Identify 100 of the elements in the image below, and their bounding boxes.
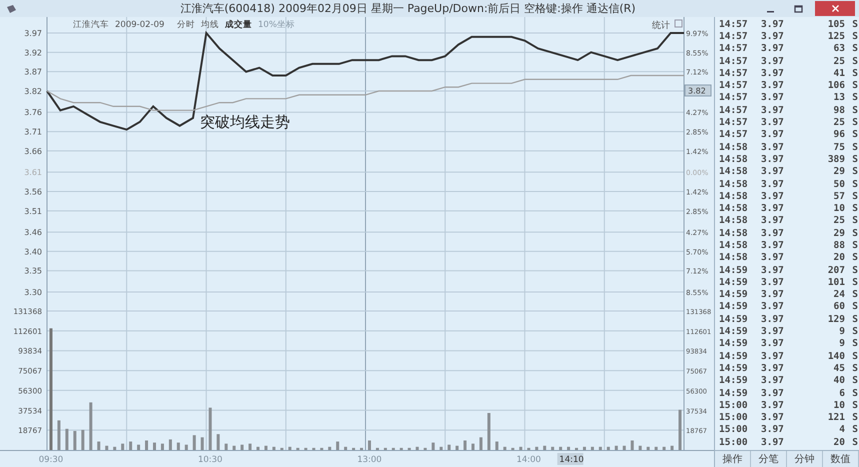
trade-price: 3.97 (761, 68, 785, 79)
trade-price: 3.97 (761, 80, 785, 92)
trade-time: 14:57 (719, 117, 749, 128)
trade-time: 15:00 (719, 436, 749, 448)
trade-price: 3.97 (761, 424, 785, 436)
price-axis-label: 3.61 (24, 168, 42, 178)
trade-time: 14:58 (719, 154, 749, 165)
chart-header-text: 江淮汽车 (73, 20, 109, 30)
trade-time: 14:58 (719, 228, 749, 239)
trade-volume: 57 (832, 190, 845, 202)
trade-time: 14:58 (719, 240, 749, 251)
trade-volume: 75 (832, 142, 845, 153)
trade-side: S (851, 436, 858, 448)
trade-side: S (851, 92, 858, 104)
trade-volume: 50 (832, 178, 845, 190)
trade-volume: 41 (832, 68, 845, 79)
trade-price: 3.97 (761, 154, 785, 165)
trade-price: 3.97 (761, 117, 785, 128)
trade-price: 3.97 (761, 178, 785, 190)
trade-time: 14:57 (719, 43, 749, 54)
trade-time: 14:59 (719, 301, 749, 312)
trade-volume: 25 (832, 56, 845, 67)
trade-price: 3.97 (761, 18, 785, 30)
trade-time: 14:58 (719, 215, 749, 226)
chart-header-text: 2009-02-09 (115, 20, 164, 30)
trade-volume: 9 (838, 338, 845, 350)
trade-time: 14:57 (719, 68, 749, 79)
trade-price: 3.97 (761, 436, 785, 448)
trade-volume: 105 (826, 18, 845, 30)
trade-side: S (851, 276, 858, 288)
price-axis-label: 3.71 (24, 128, 42, 137)
trade-time: 14:57 (719, 104, 749, 116)
trade-side: S (851, 43, 858, 54)
chart-annotation: 突破均线走势 (200, 113, 290, 131)
trade-volume: 29 (832, 228, 845, 239)
trade-side: S (851, 326, 858, 338)
trade-price: 3.97 (761, 228, 785, 239)
trade-side: S (851, 178, 858, 190)
trade-side: S (851, 301, 858, 312)
trade-side: S (851, 424, 858, 436)
trade-side: S (851, 129, 858, 140)
trade-volume: 10 (832, 203, 845, 214)
trade-volume: 25 (832, 117, 845, 128)
trade-time: 14:59 (719, 289, 749, 300)
trade-volume: 88 (832, 240, 845, 251)
trade-price: 3.97 (761, 252, 785, 264)
trade-price: 3.97 (761, 104, 785, 116)
chart-header-text: 均线 (201, 20, 219, 30)
trade-volume: 125 (826, 30, 845, 42)
trade-price: 3.97 (761, 240, 785, 251)
trade-time: 14:59 (719, 264, 749, 276)
trade-side: S (851, 80, 858, 92)
trade-price: 3.97 (761, 215, 785, 226)
trade-side: S (851, 18, 858, 30)
trade-time: 14:58 (719, 166, 749, 178)
trade-time: 14:59 (719, 326, 749, 338)
trade-side: S (851, 215, 858, 226)
window-title: 江淮汽车(600418) 2009年02月09日 星期一 PageUp/Down:前后日 空格键:操作 通达信(R) (179, 1, 637, 16)
trade-side: S (851, 338, 858, 350)
trade-time: 14:57 (719, 80, 749, 92)
trade-side: S (851, 56, 858, 67)
trade-price: 3.97 (761, 350, 785, 362)
trade-volume: 20 (832, 436, 845, 448)
trade-price: 3.97 (761, 276, 785, 288)
price-axis-label: 3.46 (24, 228, 42, 238)
trade-volume: 45 (832, 362, 845, 374)
trade-price: 3.97 (761, 92, 785, 104)
trade-side: S (851, 68, 858, 79)
trade-volume: 24 (832, 289, 845, 300)
trade-price: 3.97 (761, 30, 785, 42)
trade-time: 15:00 (719, 412, 749, 424)
price-axis-label: 3.35 (24, 266, 42, 276)
trade-side: S (851, 388, 858, 399)
trade-time: 14:58 (719, 203, 749, 214)
trade-price: 3.97 (761, 412, 785, 424)
price-tag: 3.82 (684, 84, 712, 96)
trade-price: 3.97 (761, 166, 785, 178)
trade-volume: 207 (826, 264, 845, 276)
trade-side: S (851, 117, 858, 128)
trade-volume: 9 (838, 326, 845, 338)
trade-side: S (851, 350, 858, 362)
trade-volume: 101 (826, 276, 845, 288)
trade-volume: 389 (826, 154, 845, 165)
time-axis-label: 10:30 (198, 455, 222, 465)
trade-time: 15:00 (719, 424, 749, 436)
trade-time: 14:58 (719, 252, 749, 264)
trade-side: S (851, 400, 858, 411)
trade-time: 14:59 (719, 375, 749, 386)
price-axis-label: 3.87 (24, 68, 42, 77)
trade-price: 3.97 (761, 264, 785, 276)
trade-time: 14:58 (719, 178, 749, 190)
trade-side: S (851, 314, 858, 325)
trade-volume: 29 (832, 166, 845, 178)
price-axis-label: 3.56 (24, 188, 42, 196)
trade-price: 3.97 (761, 190, 785, 202)
price-axis-label: 3.97 (24, 29, 42, 38)
trade-price: 3.97 (761, 362, 785, 374)
trade-time: 14:57 (719, 30, 749, 42)
trade-side: S (851, 289, 858, 300)
trade-volume: 25 (832, 215, 845, 226)
